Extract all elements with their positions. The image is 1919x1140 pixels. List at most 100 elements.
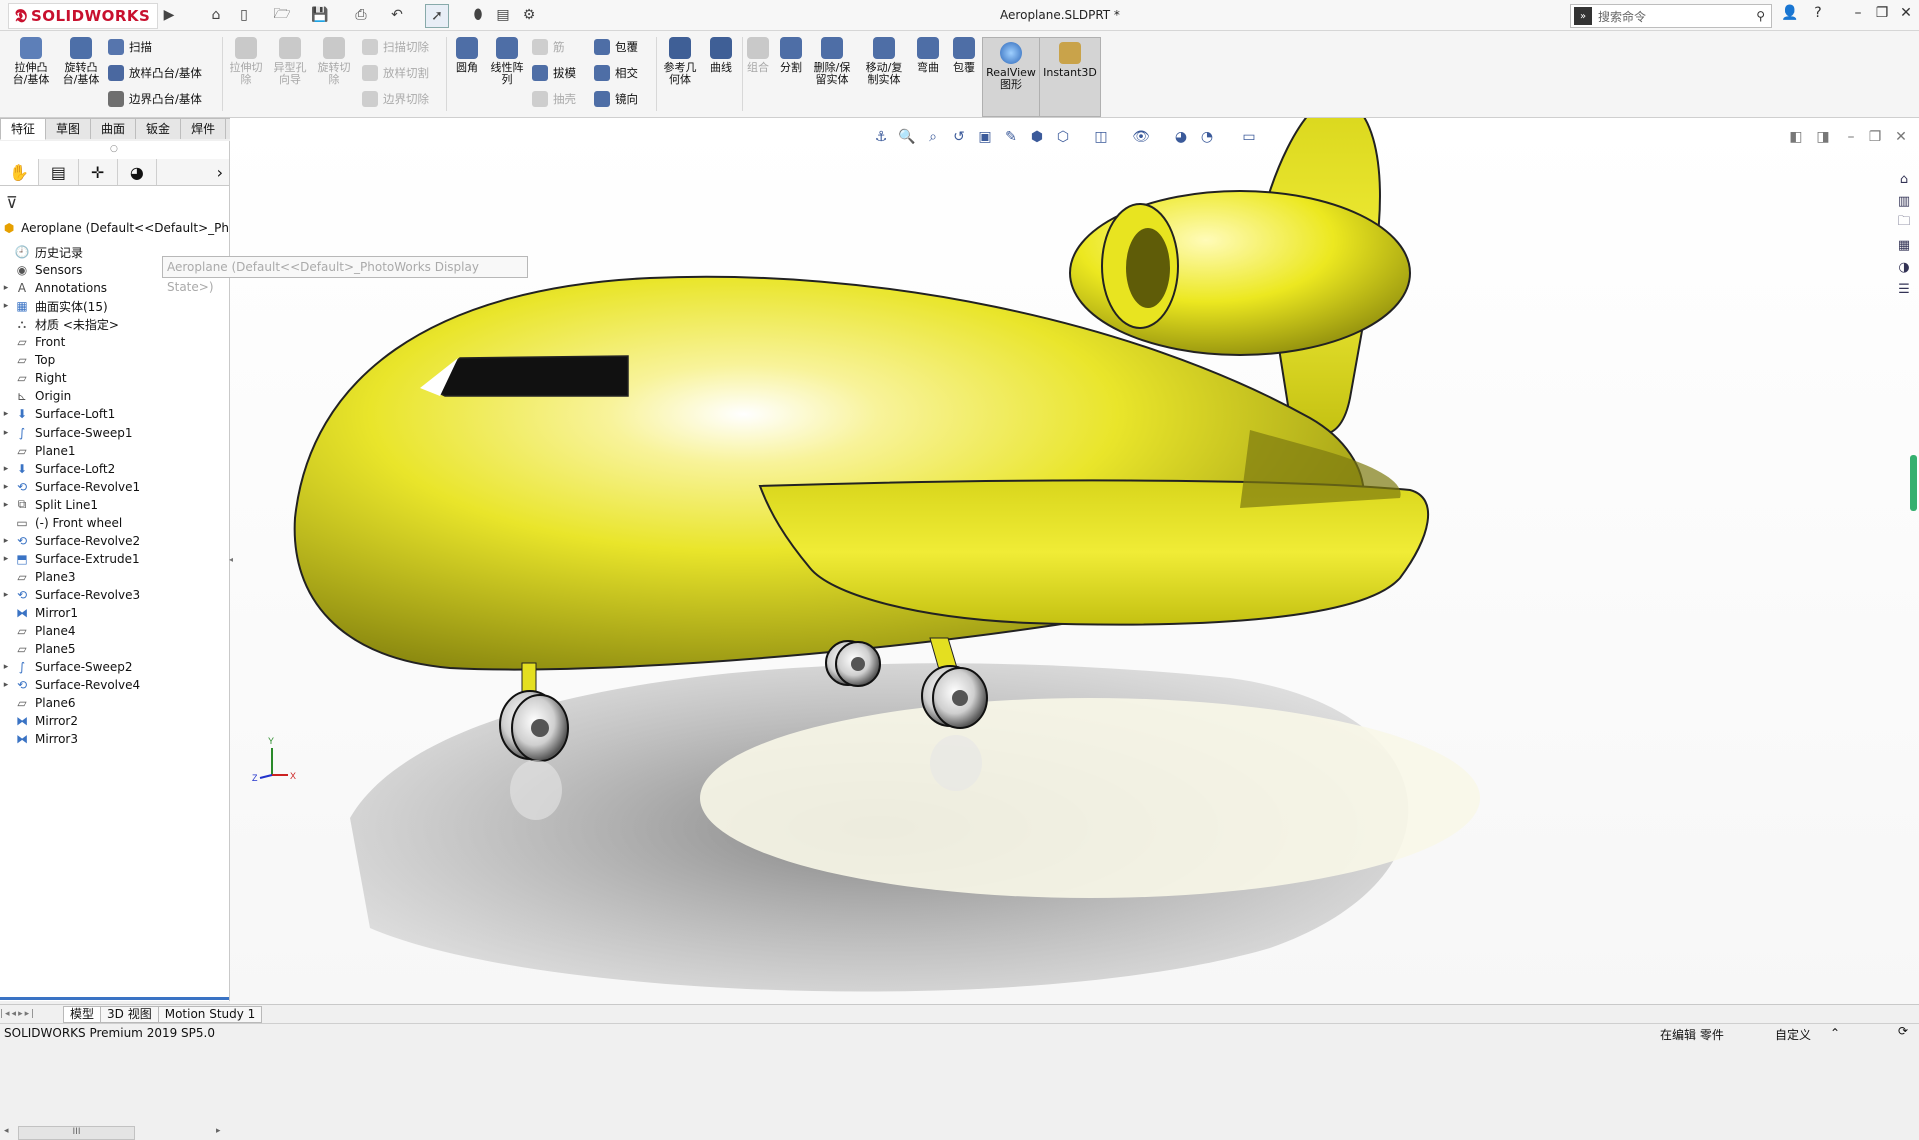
sweep-button[interactable]: 扫描	[108, 39, 152, 55]
airplane-model[interactable]: Y Z X	[230, 96, 1919, 1005]
expand-arrow-icon[interactable]: ▸	[0, 554, 12, 564]
loft-boss-button[interactable]: 放样凸台/基体	[108, 65, 202, 81]
loft-cut-button[interactable]: 放样切割	[362, 65, 429, 81]
apply-scene-icon[interactable]: ◕	[1170, 126, 1192, 148]
home-icon[interactable]: ⌂	[205, 4, 227, 26]
curves-button[interactable]: 曲线	[704, 37, 738, 74]
zoom-to-fit-icon[interactable]: 🔍	[896, 126, 918, 148]
viewport-close-icon[interactable]: ✕	[1890, 126, 1912, 148]
revolve-cut-button[interactable]: 旋转切除	[314, 37, 354, 86]
previous-view-icon[interactable]: ↺	[948, 126, 970, 148]
tab-0[interactable]: 特征	[0, 118, 47, 140]
boundary-boss-button[interactable]: 边界凸台/基体	[108, 91, 202, 107]
expand-arrow-icon[interactable]: ▸	[0, 283, 12, 293]
appearances-icon[interactable]: ◑	[1893, 256, 1915, 278]
task-pane-scroll-handle[interactable]	[1910, 455, 1917, 511]
undo-icon[interactable]: ↶	[386, 4, 408, 26]
expand-arrow-icon[interactable]: ▸	[0, 409, 12, 419]
tree-root[interactable]: ⬢ Aeroplane (Default<<Default>_Ph	[0, 217, 229, 239]
view-settings-icon[interactable]: ⬢	[1026, 126, 1048, 148]
search-commands[interactable]: » 搜索命令 ⚲	[1570, 4, 1772, 28]
expand-arrow-icon[interactable]: ▸	[0, 500, 12, 510]
more-tabs-icon[interactable]: ›	[157, 159, 229, 185]
rebuild-icon[interactable]: ⬮	[467, 4, 489, 26]
combine-button[interactable]: 组合	[744, 37, 772, 74]
wrap-button[interactable]: 包覆	[594, 39, 638, 55]
display-style-icon[interactable]: ⬡	[1052, 126, 1074, 148]
linear-pattern-button[interactable]: 线性阵列	[488, 37, 526, 86]
fillet-button[interactable]: 圆角	[450, 37, 484, 74]
save-icon[interactable]: 💾	[309, 4, 331, 26]
sweep-cut-button[interactable]: 扫描切除	[362, 39, 429, 55]
search-input[interactable]: 搜索命令	[1598, 8, 1646, 25]
new-document-icon[interactable]: ▯	[233, 4, 255, 26]
expand-arrow-icon[interactable]: ▸	[0, 662, 12, 672]
view-palette-icon[interactable]: ▦	[1893, 234, 1915, 256]
panel-grip-icon[interactable]: ○	[110, 144, 118, 154]
hole-wizard-button[interactable]: 异型孔向导	[270, 37, 310, 86]
shell-button[interactable]: 抽壳	[532, 91, 576, 107]
revolve-boss-button[interactable]: 旋转凸台/基体	[58, 37, 104, 86]
restore-button[interactable]: ❐	[1870, 5, 1894, 25]
custom-properties-icon[interactable]: ☰	[1893, 278, 1915, 300]
minimize-button[interactable]: –	[1846, 5, 1870, 25]
solidworks-logo[interactable]: 𝕯 SOLIDWORKS	[8, 3, 158, 29]
zoom-to-area-icon[interactable]: ⌕	[922, 126, 944, 148]
scroll-right-icon[interactable]: ▸	[216, 1126, 221, 1136]
instant3d-button[interactable]: Instant3D	[1039, 37, 1101, 117]
tile-right-icon[interactable]: ◨	[1812, 126, 1834, 148]
file-explorer-icon[interactable]: 🗀	[1893, 212, 1915, 234]
status-icon[interactable]: ⟳	[1898, 1024, 1908, 1038]
print-icon[interactable]: ⎙	[350, 4, 372, 26]
file-properties-icon[interactable]: ▤	[492, 4, 514, 26]
options-gear-icon[interactable]: ⚙	[518, 4, 540, 26]
units-chevron-icon[interactable]: ⌃	[1830, 1026, 1840, 1040]
filter-icon[interactable]: ⊽	[6, 193, 18, 212]
user-icon[interactable]: 👤	[1778, 5, 1802, 25]
split-button[interactable]: 分割	[776, 37, 806, 74]
delete-keep-body-button[interactable]: 删除/保留实体	[810, 37, 854, 86]
intersect-button[interactable]: 相交	[594, 65, 638, 81]
solidworks-resources-icon[interactable]: ⌂	[1893, 168, 1915, 190]
scroll-left-icon[interactable]: ◂	[4, 1126, 9, 1136]
section-view-icon[interactable]: ▣	[974, 126, 996, 148]
tab-4[interactable]: 焊件	[180, 118, 227, 139]
flex-button[interactable]: 弯曲	[914, 37, 942, 74]
boundary-cut-button[interactable]: 边界切除	[362, 91, 429, 107]
mirror-button[interactable]: 镜向	[594, 91, 638, 107]
expand-menu-icon[interactable]: ▶	[158, 4, 180, 26]
help-button[interactable]: ?	[1806, 5, 1830, 25]
viewport-restore-icon[interactable]: ❐	[1864, 126, 1886, 148]
expand-arrow-icon[interactable]: ▸	[0, 590, 12, 600]
expand-arrow-icon[interactable]: ▸	[0, 428, 12, 438]
configuration-manager-tab-icon[interactable]: ✛	[79, 159, 118, 185]
view-orientation-icon[interactable]: ⚓	[870, 126, 892, 148]
extrude-cut-button[interactable]: 拉伸切除	[226, 37, 266, 86]
display-manager-tab-icon[interactable]: ◕	[118, 159, 157, 185]
edit-appearance-icon[interactable]: 👁	[1130, 126, 1152, 148]
dynamic-annotation-icon[interactable]: ✎	[1000, 126, 1022, 148]
tab-scroll-icon[interactable]: |◂◂▸▸|	[0, 1009, 64, 1019]
scenes-icon[interactable]: ◔	[1196, 126, 1218, 148]
bottom-tab-2[interactable]: Motion Study 1	[157, 1005, 263, 1023]
graphics-area[interactable]: Y Z X	[230, 96, 1919, 1005]
bottom-tab-1[interactable]: 3D 视图	[100, 1005, 159, 1023]
expand-arrow-icon[interactable]: ▸	[0, 482, 12, 492]
open-folder-icon[interactable]: 🗁	[271, 4, 293, 26]
expand-arrow-icon[interactable]: ▸	[0, 301, 12, 311]
expand-arrow-icon[interactable]: ▸	[0, 680, 12, 690]
tile-left-icon[interactable]: ◧	[1785, 126, 1807, 148]
rollback-bar[interactable]	[0, 997, 229, 1000]
tab-1[interactable]: 草图	[45, 118, 92, 139]
tree-item[interactable]: ⧓ Mirror3	[0, 728, 229, 750]
draft-button[interactable]: 拔模	[532, 65, 576, 81]
reference-geometry-button[interactable]: 参考几何体	[660, 37, 700, 86]
property-manager-tab-icon[interactable]: ▤	[39, 159, 79, 185]
view-display-icon[interactable]: ▭	[1238, 126, 1260, 148]
design-library-icon[interactable]: ▥	[1893, 190, 1915, 212]
horizontal-scrollbar[interactable]: III	[18, 1126, 135, 1140]
tab-2[interactable]: 曲面	[90, 118, 137, 139]
realview-graphics-button[interactable]: RealView 图形	[982, 37, 1040, 117]
expand-arrow-icon[interactable]: ▸	[0, 536, 12, 546]
select-pointer-icon[interactable]: ➚	[425, 4, 449, 28]
